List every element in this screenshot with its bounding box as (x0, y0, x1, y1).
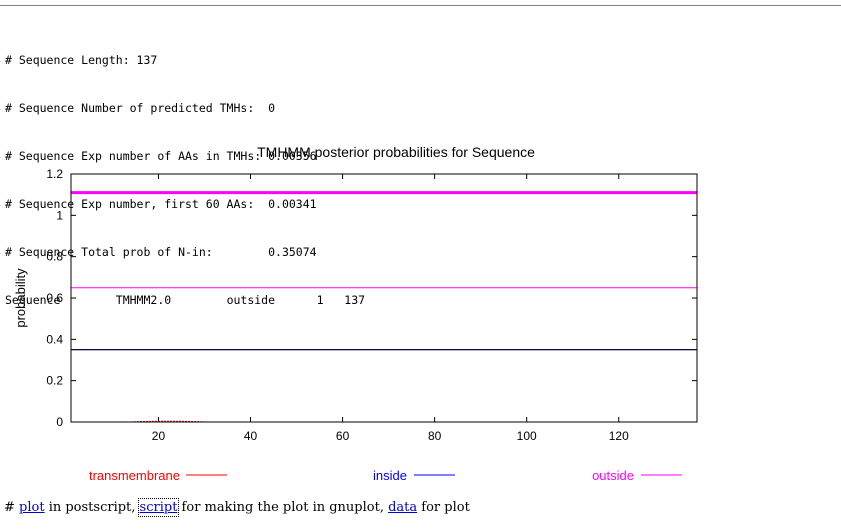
x-tick-label: 100 (517, 429, 537, 443)
x-tick-label: 40 (244, 429, 258, 443)
y-tick-label: 1 (56, 208, 63, 222)
footer-text: for plot (417, 500, 470, 515)
chart-title: TMHMM posterior probabilities for Sequen… (257, 144, 535, 160)
gnuplot-script-link[interactable]: script (137, 498, 180, 517)
legend-label-transmembrane: transmembrane (89, 468, 180, 483)
plot-data-link[interactable]: data (388, 500, 417, 515)
x-tick-label: 20 (152, 429, 166, 443)
y-axis-label: probability (13, 268, 28, 328)
y-tick-label: 0.6 (46, 291, 63, 305)
tmhmm-plot: TMHMM posterior probabilities for Sequen… (0, 138, 720, 490)
x-tick-label: 60 (336, 429, 350, 443)
y-tick-label: 0.8 (46, 250, 63, 264)
tmhmm-plot-svg: TMHMM posterior probabilities for Sequen… (13, 144, 698, 483)
top-rule (0, 5, 841, 6)
footer-links: # plot in postscript, script for making … (4, 498, 470, 517)
legend-label-outside: outside (592, 468, 634, 483)
footer-hash: # (4, 500, 20, 515)
x-tick-label: 80 (428, 429, 442, 443)
y-tick-label: 0 (56, 415, 63, 429)
footer-text: in postscript, (44, 500, 140, 515)
summary-line: # Sequence Length: 137 (5, 53, 158, 67)
footer-text: for making the plot in gnuplot, (177, 500, 389, 515)
y-tick-label: 1.2 (46, 167, 63, 181)
legend-label-inside: inside (373, 468, 407, 483)
x-tick-label: 120 (609, 429, 629, 443)
y-tick-label: 0.2 (46, 374, 63, 388)
plot-frame (70, 173, 698, 423)
plot-postscript-link[interactable]: plot (19, 500, 45, 515)
summary-line: # Sequence Number of predicted TMHs: 0 (5, 101, 276, 115)
y-tick-label: 0.4 (46, 332, 63, 346)
